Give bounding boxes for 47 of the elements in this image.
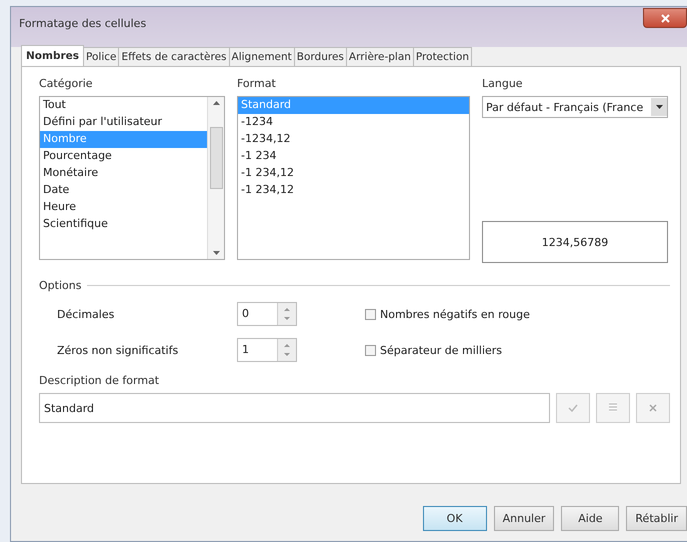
- dialog-button[interactable]: OK: [422, 506, 487, 531]
- format-code-field[interactable]: Standard: [39, 393, 550, 423]
- check-icon: [568, 404, 578, 412]
- checkbox[interactable]: [365, 344, 376, 356]
- language-label: Langue: [482, 77, 524, 90]
- checkbox[interactable]: [365, 308, 376, 320]
- format-code-label: Description de format: [39, 374, 160, 387]
- spin-field[interactable]: 0: [237, 302, 297, 326]
- dialog-button[interactable]: Aide: [561, 506, 620, 531]
- list-item[interactable]: -1 234: [238, 148, 469, 165]
- close-button[interactable]: [643, 8, 687, 28]
- checkbox-label: Nombres négatifs en rouge: [380, 308, 530, 320]
- window-title: Formatage des cellules: [19, 16, 146, 30]
- tab[interactable]: Nombres: [21, 45, 84, 66]
- language-dropdown[interactable]: Par défaut - Français (France: [482, 96, 668, 118]
- list-item[interactable]: Heure: [40, 199, 207, 216]
- delete-icon-button[interactable]: [636, 393, 670, 423]
- list-item[interactable]: Défini par l'utilisateur: [40, 114, 207, 131]
- list-item[interactable]: Date: [40, 182, 207, 199]
- list-item[interactable]: -1234: [238, 114, 469, 131]
- list-item[interactable]: Pourcentage: [40, 148, 207, 165]
- list-item[interactable]: -1 234,12: [238, 182, 469, 199]
- list-item[interactable]: -1 234,12: [238, 165, 469, 182]
- list-item[interactable]: Monétaire: [40, 165, 207, 182]
- checkbox-label: Séparateur de milliers: [380, 344, 502, 356]
- list-item[interactable]: -1234,12: [238, 131, 469, 148]
- dialog-button[interactable]: Rétablir: [626, 506, 687, 531]
- scroll-down-icon[interactable]: [212, 251, 220, 255]
- check-icon-button[interactable]: [556, 393, 590, 423]
- tab[interactable]: Protection: [412, 47, 472, 66]
- scroll-up-icon[interactable]: [212, 101, 220, 105]
- list-label: Catégorie: [39, 77, 94, 90]
- options-heading: Options: [39, 279, 82, 292]
- list-item[interactable]: Scientifique: [40, 216, 207, 233]
- dropdown-arrow-icon[interactable]: [656, 105, 662, 109]
- decimals-label: Décimales: [57, 308, 116, 320]
- comment-icon-button[interactable]: [596, 393, 630, 423]
- spin-field[interactable]: 1: [237, 338, 297, 362]
- lines-icon: [608, 403, 618, 413]
- list-label: Format: [237, 77, 277, 90]
- leading-zeros-label: Zéros non significatifs: [57, 344, 180, 356]
- close-icon: [660, 14, 670, 22]
- preview-box: 1234,56789: [482, 221, 668, 263]
- scrollbar[interactable]: [207, 97, 224, 259]
- delete-icon: [649, 404, 657, 412]
- list-item[interactable]: Tout: [40, 97, 207, 114]
- dialog-button[interactable]: Annuler: [494, 506, 554, 531]
